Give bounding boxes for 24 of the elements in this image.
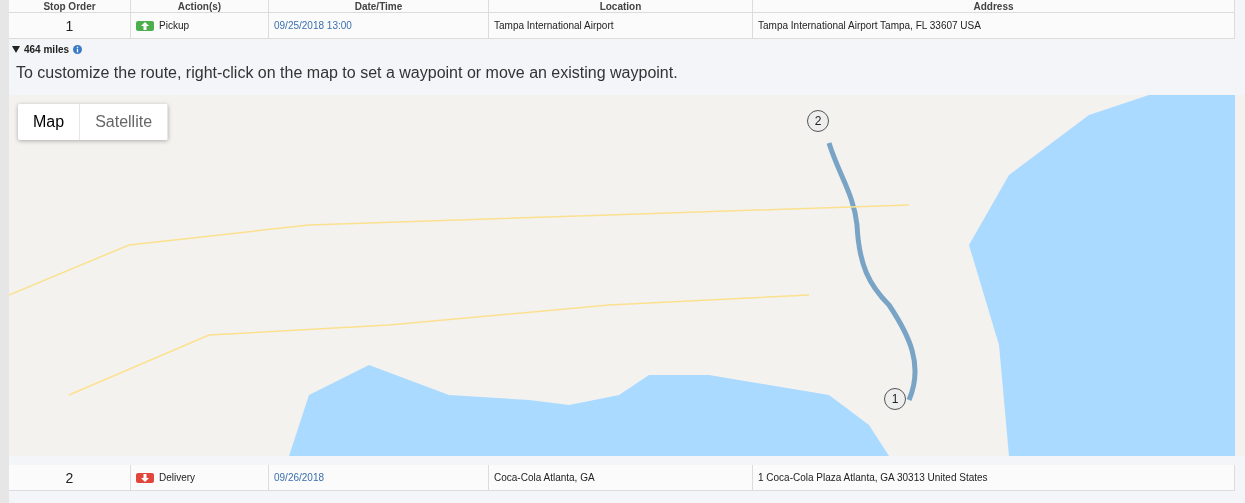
column-header[interactable]: Address <box>753 0 1235 12</box>
action-label: Pickup <box>159 20 189 31</box>
table-cell: Tampa International Airport Tampa, FL 33607 USA <box>753 13 1235 38</box>
table-cell: 1 <box>9 13 131 38</box>
column-header[interactable]: Stop Order <box>9 0 131 12</box>
distance-toggle[interactable]: 464 miles <box>9 39 1245 55</box>
route-map[interactable]: Map Satellite 1 2 <box>9 95 1245 456</box>
table-cell: Tampa International Airport <box>489 13 753 38</box>
map-type-tab[interactable]: Map <box>18 104 81 140</box>
route-instruction: To customize the route, right-click on the map to set a waypoint or move an existing waypoint. <box>16 64 679 82</box>
info-icon[interactable] <box>73 45 83 54</box>
expanded-caret-icon <box>12 44 20 55</box>
table-cell: Coca-Cola Atlanta, GA <box>489 465 753 490</box>
table-cell: 1 Coca-Cola Plaza Atlanta, GA 30313 United States <box>753 465 1235 490</box>
column-header[interactable]: Location <box>489 0 753 12</box>
table-cell: 09/25/2018 13:00 <box>269 13 489 38</box>
map-marker[interactable]: 2 <box>807 110 829 132</box>
column-header[interactable]: Date/Time <box>269 0 489 12</box>
action-label: Delivery <box>159 472 196 483</box>
map-marker[interactable]: 1 <box>884 388 906 410</box>
table-cell: 2 <box>9 465 131 490</box>
table-cell: 09/26/2018 <box>269 465 489 490</box>
map-type-tab[interactable]: Satellite <box>80 104 169 140</box>
column-header[interactable]: Action(s) <box>131 0 269 12</box>
